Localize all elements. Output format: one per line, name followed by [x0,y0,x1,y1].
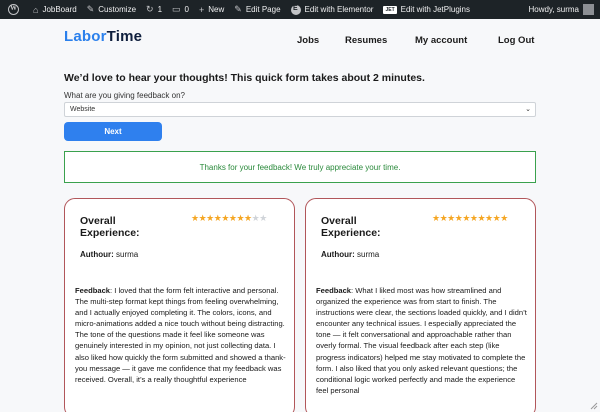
star-filled-icon: ★ [447,213,455,223]
form-intro: We’d love to hear your thoughts! This qu… [64,72,425,84]
card-title: Overall Experience: [80,215,140,239]
nav-jobs[interactable]: Jobs [297,35,319,46]
star-filled-icon: ★ [500,213,508,223]
site-name-link[interactable]: ⌂ JobBoard [28,0,82,19]
resize-handle-icon [590,402,598,410]
brush-icon: ✎ [86,4,95,14]
feedback-card: Overall Experience: ★★★★★★★★★★ Authour: … [64,198,295,412]
pencil-icon: ✎ [234,4,242,14]
card-author: Authour: surma [321,250,380,259]
star-empty-icon: ★ [259,213,267,223]
card-author: Authour: surma [80,250,139,259]
chevron-down-icon: ⌄ [525,106,531,113]
nav-log-out[interactable]: Log Out [498,35,534,46]
customize-link[interactable]: ✎ Customize [82,0,141,19]
star-filled-icon: ★ [477,213,486,223]
comment-icon: ▭ [172,4,181,14]
card-feedback: Feedback: What I liked most was how stre… [316,286,527,395]
account-menu[interactable]: Howdy, surma [528,4,600,15]
wordpress-icon [8,4,19,15]
star-filled-icon: ★ [244,213,252,223]
comments-link[interactable]: ▭ 0 [167,0,194,19]
edit-elementor-link[interactable]: Edit with Elementor [286,0,379,19]
updates-link[interactable]: ↻ 1 [141,0,167,19]
card-title: Overall Experience: [321,215,381,239]
question-label: What are you giving feedback on? [64,91,185,100]
wp-admin-bar: ⌂JobBoard ✎Customize ↻1 ▭0 +New ✎Edit Pa… [0,0,600,19]
star-filled-icon: ★ [462,213,470,223]
edit-jetplugins-link[interactable]: JET Edit with JetPlugins [378,0,475,19]
star-filled-icon: ★ [485,213,493,223]
plus-icon: + [199,4,205,15]
star-filled-icon: ★ [221,213,229,223]
feedback-topic-select[interactable]: Website ⌄ [64,102,536,117]
selected-value: Website [70,106,96,113]
feedback-card: Overall Experience: ★★★★★★★★★★ Authour: … [305,198,536,412]
star-filled-icon: ★ [432,213,440,223]
next-button[interactable]: Next [64,122,162,141]
star-rating: ★★★★★★★★★★ [191,213,267,223]
nav-my-account[interactable]: My account [415,35,467,46]
site-header: LaborTime Jobs Resumes My account Log Ou… [0,19,600,64]
star-rating: ★★★★★★★★★★ [432,213,508,223]
new-content-link[interactable]: + New [194,0,229,19]
star-filled-icon: ★ [191,213,199,223]
nav-resumes[interactable]: Resumes [345,35,387,46]
card-feedback: Feedback: I loved that the form felt int… [75,286,286,384]
jetplugins-icon: JET [383,5,397,14]
edit-page-link[interactable]: ✎ Edit Page [229,0,285,19]
elementor-icon [290,4,301,15]
avatar [583,4,594,15]
wp-logo-menu[interactable] [0,0,28,19]
home-icon: ⌂ [33,4,39,15]
refresh-icon: ↻ [146,4,154,14]
success-message: Thanks for your feedback! We truly appre… [64,151,536,183]
star-filled-icon: ★ [236,213,245,223]
star-filled-icon: ★ [206,213,214,223]
site-logo[interactable]: LaborTime [64,28,142,45]
